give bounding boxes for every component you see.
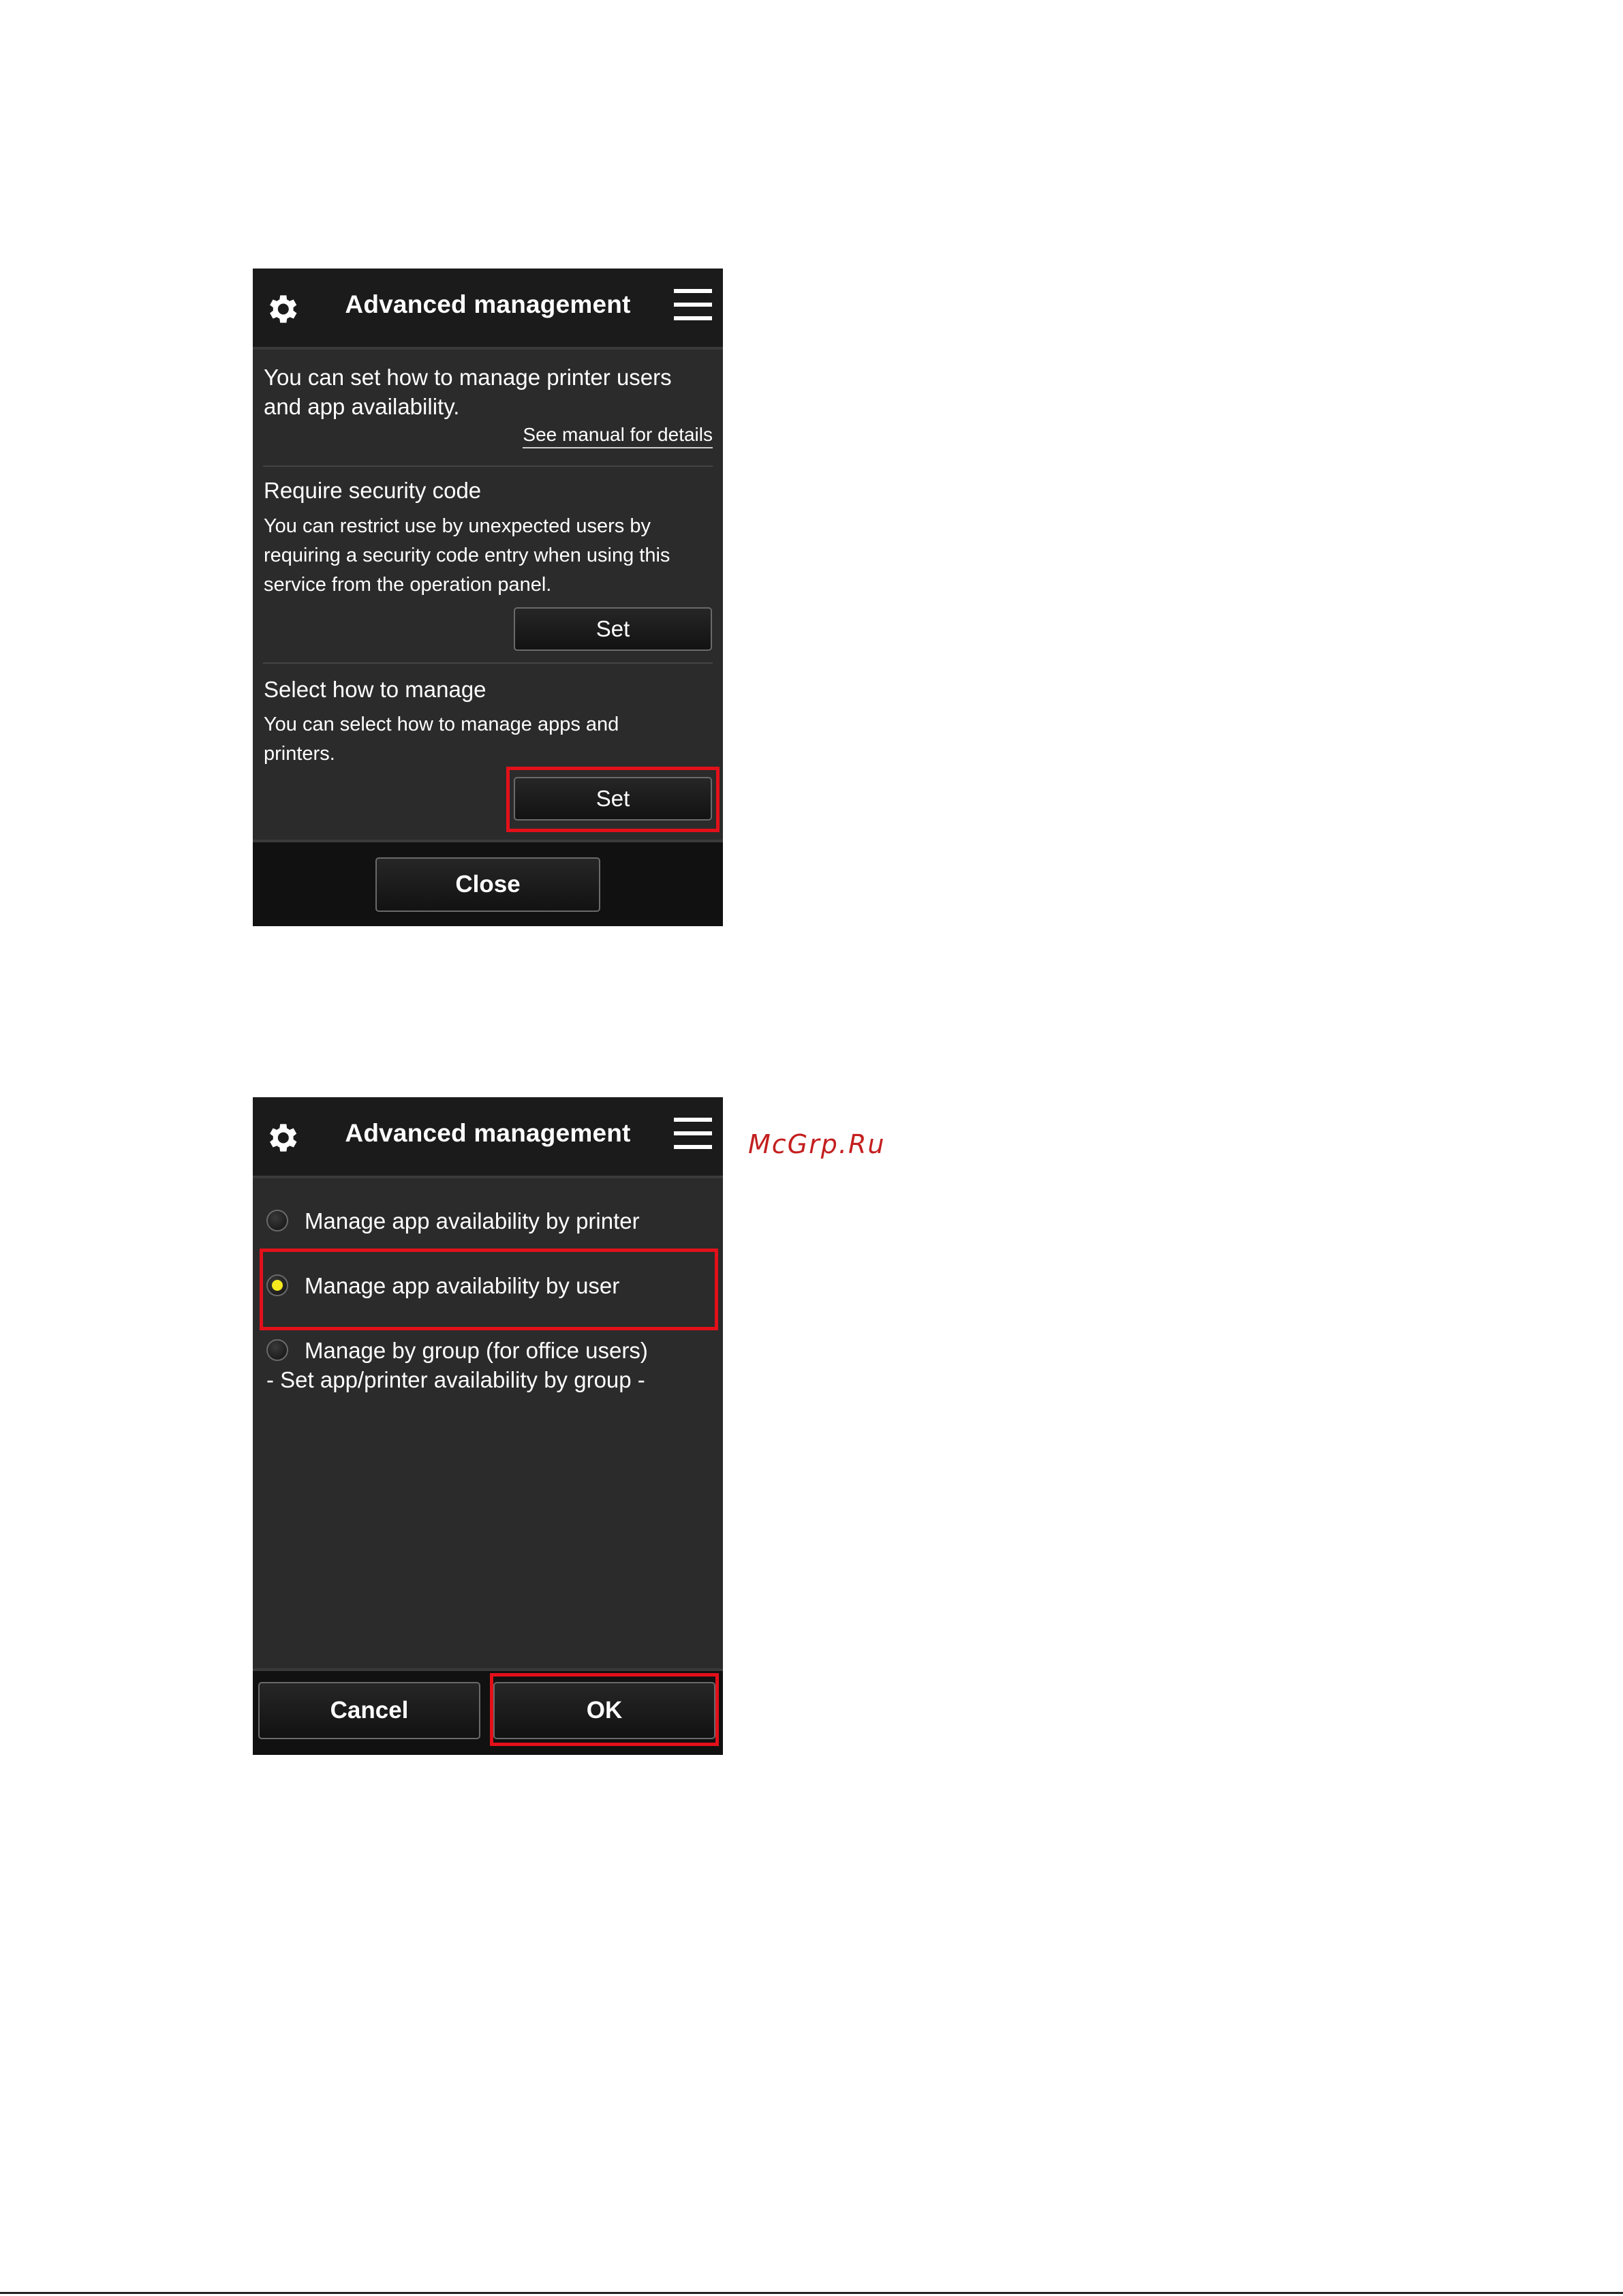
divider <box>263 662 713 664</box>
hamburger-menu-icon[interactable] <box>674 288 712 322</box>
cancel-button[interactable]: Cancel <box>258 1682 480 1739</box>
page-bottom-rule <box>0 2292 1623 2294</box>
security-code-desc-line-3: service from the operation panel. <box>264 574 552 596</box>
screen-title: Advanced management <box>345 1119 631 1147</box>
divider <box>263 465 713 467</box>
option-sublabel: - Set app/printer availability by group … <box>266 1367 645 1392</box>
intro-text-line-1: You can set how to manage printer users <box>264 365 672 390</box>
radio-button[interactable] <box>266 1339 288 1361</box>
footer-bar: Close <box>253 840 723 926</box>
option-label: Manage app availability by printer <box>305 1208 640 1234</box>
select-manage-desc-line-1: You can select how to manage apps and <box>264 714 619 735</box>
footer-bar: Cancel OK <box>253 1668 723 1755</box>
security-code-desc-line-2: requiring a security code entry when usi… <box>264 545 670 566</box>
header-bar: Advanced management <box>253 269 723 350</box>
screen-title: Advanced management <box>345 290 631 318</box>
select-manage-heading: Select how to manage <box>264 677 486 702</box>
option-label: Manage by group (for office users) <box>305 1338 648 1363</box>
select-manage-desc-line-2: printers. <box>264 743 335 765</box>
security-code-desc-line-1: You can restrict use by unexpected users… <box>264 515 651 537</box>
hamburger-menu-icon[interactable] <box>674 1116 712 1150</box>
header-bar: Advanced management <box>253 1097 723 1178</box>
option-label: Manage app availability by user <box>305 1273 620 1298</box>
advanced-management-screen: Advanced management You can set how to m… <box>253 269 723 926</box>
intro-text-line-2: and app availability. <box>264 394 460 419</box>
radio-button[interactable] <box>266 1210 288 1231</box>
security-code-heading: Require security code <box>264 478 482 503</box>
select-manage-set-button[interactable]: Set <box>514 777 712 821</box>
watermark-text: McGrp.Ru <box>748 1129 886 1159</box>
security-code-set-button[interactable]: Set <box>514 607 712 651</box>
close-button[interactable]: Close <box>375 857 600 912</box>
radio-button-selected[interactable] <box>266 1274 288 1296</box>
see-manual-link[interactable]: See manual for details <box>523 424 713 448</box>
ok-button[interactable]: OK <box>493 1682 715 1739</box>
management-method-screen: Advanced management Manage app availabil… <box>253 1097 723 1755</box>
